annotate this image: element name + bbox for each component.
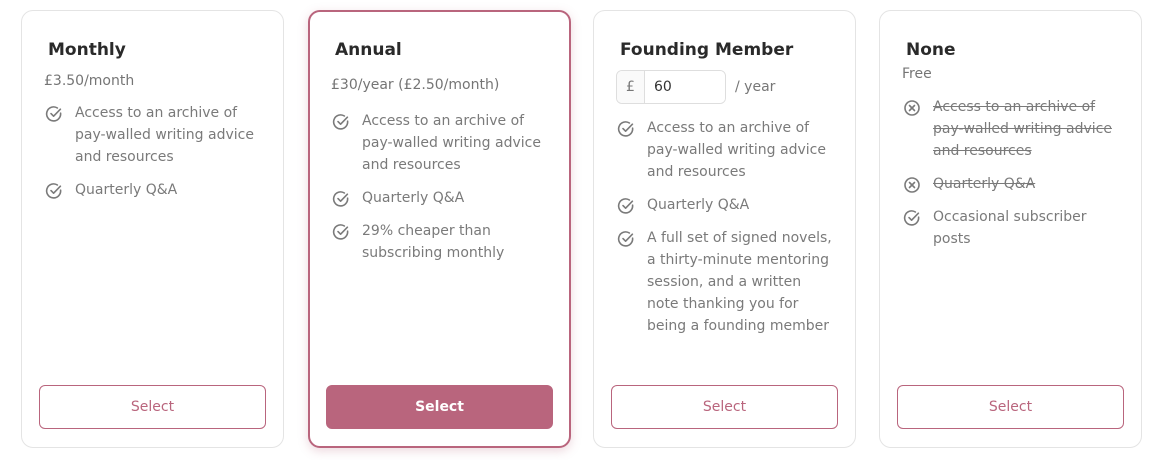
check-circle-icon <box>332 223 350 241</box>
select-none-button[interactable]: Select <box>897 385 1124 429</box>
amount-input[interactable] <box>645 71 725 103</box>
plan-price: Free <box>902 66 932 82</box>
feature-list: Access to an archive of pay-walled writi… <box>331 112 548 264</box>
currency-symbol: £ <box>617 71 645 103</box>
feature-text: Access to an archive of pay-walled writi… <box>647 120 826 180</box>
feature-text: A full set of signed novels, a thirty-mi… <box>647 230 832 334</box>
feature-text: Quarterly Q&A <box>75 182 178 198</box>
feature-list: Access to an archive of pay-walled writi… <box>902 98 1119 250</box>
x-circle-icon <box>903 176 921 194</box>
plan-name: None <box>906 40 956 60</box>
plan-name: Founding Member <box>620 40 794 60</box>
check-circle-icon <box>617 230 635 248</box>
feature-item: Quarterly Q&A <box>616 196 833 216</box>
select-monthly-button[interactable]: Select <box>39 385 266 429</box>
feature-item-excluded: Access to an archive of pay-walled writi… <box>902 98 1119 162</box>
plan-card-founding-member: Founding Member £ / year Access to an ar… <box>593 10 856 448</box>
feature-text: Quarterly Q&A <box>933 176 1036 192</box>
feature-item: 29% cheaper than subscribing monthly <box>331 222 548 264</box>
check-circle-icon <box>617 197 635 215</box>
feature-item: Access to an archive of pay-walled writi… <box>44 104 261 168</box>
select-annual-button[interactable]: Select <box>326 385 553 429</box>
plan-name: Annual <box>335 40 402 60</box>
feature-list: Access to an archive of pay-walled writi… <box>44 104 261 201</box>
select-founding-member-button[interactable]: Select <box>611 385 838 429</box>
amount-row: £ / year <box>616 70 833 104</box>
feature-text: Occasional subscriber posts <box>933 209 1087 247</box>
feature-item: A full set of signed novels, a thirty-mi… <box>616 229 833 337</box>
feature-item: Quarterly Q&A <box>44 181 261 201</box>
feature-list: Access to an archive of pay-walled writi… <box>616 119 833 337</box>
plan-name: Monthly <box>48 40 126 60</box>
check-circle-icon <box>45 182 63 200</box>
feature-item-excluded: Quarterly Q&A <box>902 175 1119 195</box>
feature-item: Access to an archive of pay-walled writi… <box>616 119 833 183</box>
feature-text: Quarterly Q&A <box>647 197 750 213</box>
amount-field: £ <box>616 70 726 104</box>
check-circle-icon <box>617 120 635 138</box>
check-circle-icon <box>903 209 921 227</box>
check-circle-icon <box>45 105 63 123</box>
feature-item: Occasional subscriber posts <box>902 208 1119 250</box>
feature-text: Access to an archive of pay-walled writi… <box>75 105 254 165</box>
feature-text: Access to an archive of pay-walled writi… <box>362 113 541 173</box>
check-circle-icon <box>332 190 350 208</box>
period-label: / year <box>735 79 776 95</box>
plan-card-none: None Free Access to an archive of pay-wa… <box>879 10 1142 448</box>
feature-item: Quarterly Q&A <box>331 189 548 209</box>
plan-price: £30/year (£2.50/month) <box>331 77 500 93</box>
x-circle-icon <box>903 99 921 117</box>
plan-card-annual: Annual £30/year (£2.50/month) Access to … <box>308 10 571 448</box>
plan-price: £3.50/month <box>44 73 135 89</box>
feature-item: Access to an archive of pay-walled writi… <box>331 112 548 176</box>
feature-text: Access to an archive of pay-walled writi… <box>933 99 1112 159</box>
plan-card-monthly: Monthly £3.50/month Access to an archive… <box>21 10 284 448</box>
check-circle-icon <box>332 113 350 131</box>
feature-text: Quarterly Q&A <box>362 190 465 206</box>
feature-text: 29% cheaper than subscribing monthly <box>362 223 505 261</box>
